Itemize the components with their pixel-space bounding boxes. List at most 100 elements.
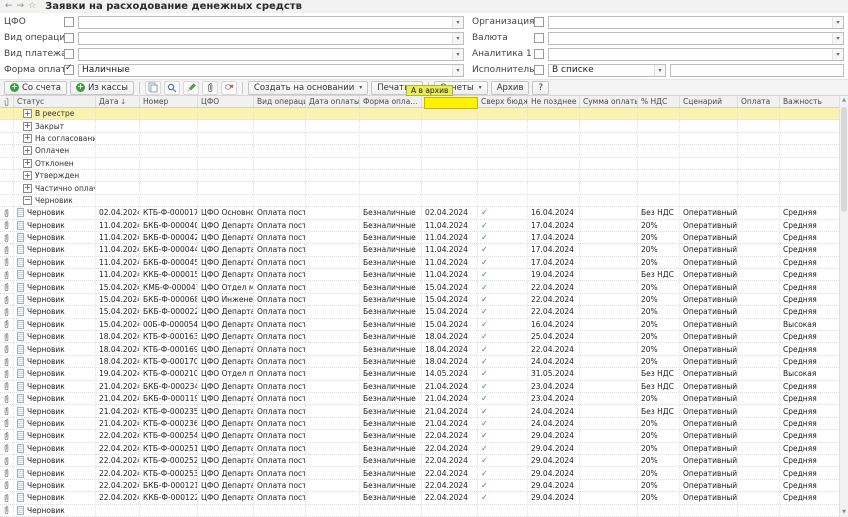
chevron-down-icon[interactable]: ▾ — [654, 65, 665, 76]
group-row[interactable]: +Утвержден — [0, 170, 839, 182]
quick-search-cell[interactable] — [424, 97, 478, 109]
table-row[interactable]: Черновик21.04.2024БКБ-Ф-000119ЦФО Департ… — [0, 393, 839, 405]
table-row[interactable]: Черновик11.04.2024БКБ-Ф-000042ЦФО Департ… — [0, 232, 839, 244]
currency-checkbox[interactable] — [534, 33, 544, 43]
expand-group-icon[interactable]: + — [23, 184, 32, 193]
column-header-importance[interactable]: Важность — [780, 96, 839, 107]
executor-input[interactable] — [670, 64, 844, 77]
group-row[interactable]: −Черновик — [0, 195, 839, 207]
table-row[interactable]: Черновик18.04.2024КТБ-Ф-000169ЦФО Департ… — [0, 343, 839, 355]
expand-group-icon[interactable]: + — [23, 146, 32, 155]
cfo-checkbox[interactable] — [64, 17, 74, 27]
table-row[interactable]: Черновик11.04.2024БКБ-Ф-000044ЦФО Департ… — [0, 244, 839, 256]
chevron-down-icon[interactable]: ▾ — [832, 17, 843, 28]
cancel-search-button[interactable] — [221, 81, 237, 95]
search-button[interactable] — [164, 81, 180, 95]
table-row[interactable]: Черновик18.04.2024КТБ-Ф-000170ЦФО Департ… — [0, 356, 839, 368]
table-row[interactable]: Черновик19.04.2024КТБ-Ф-000210ЦФО Отдел … — [0, 368, 839, 380]
table-row[interactable]: Черновик11.04.2024БКБ-Ф-000045ЦФО Департ… — [0, 257, 839, 269]
table-row[interactable]: Черновик22.04.2024ККБ-Ф-000122ЦФО Департ… — [0, 492, 839, 504]
column-header-number[interactable]: Номер — [140, 96, 198, 107]
executor-checkbox[interactable] — [534, 65, 544, 75]
group-row[interactable]: +Закрыт — [0, 120, 839, 132]
help-button[interactable]: ? — [532, 81, 549, 95]
group-row[interactable]: +В реестре — [0, 108, 839, 120]
analytics-input[interactable]: ▾ — [548, 48, 844, 61]
column-header-not-later[interactable]: Не позднее — [528, 96, 580, 107]
column-header-payment-form[interactable]: Форма опла... — [360, 96, 422, 107]
table-row[interactable]: Черновик22.04.2024БКБ-Ф-000121ЦФО Департ… — [0, 480, 839, 492]
organization-checkbox[interactable] — [534, 17, 544, 27]
chevron-down-icon[interactable]: ▾ — [452, 17, 463, 28]
table-row[interactable]: Черновик15.04.2024БКБ-Ф-000068ЦФО Инжене… — [0, 294, 839, 306]
table-row[interactable]: Черновик21.04.2024КТБ-Ф-000236ЦФО Департ… — [0, 418, 839, 430]
column-header-payment-date[interactable]: Дата оплаты — [306, 96, 360, 107]
group-row[interactable]: +Отклонен — [0, 158, 839, 170]
create-based-on-button[interactable]: Создать на основании▾ — [248, 81, 368, 95]
table-row[interactable]: Черновик15.04.202400Б-Ф-000054ЦФО Департ… — [0, 319, 839, 331]
expand-group-icon[interactable]: + — [23, 122, 32, 131]
expand-group-icon[interactable]: + — [23, 134, 32, 143]
table-row[interactable]: Черновик22.04.2024КТБ-Ф-000251ЦФО Департ… — [0, 443, 839, 455]
column-header-scenario[interactable]: Сценарий — [680, 96, 738, 107]
expand-group-icon[interactable]: + — [23, 159, 32, 168]
table-row[interactable]: Черновик22.04.2024КТБ-Ф-000254ЦФО Департ… — [0, 430, 839, 442]
edit-button[interactable] — [183, 81, 199, 95]
currency-input[interactable]: ▾ — [548, 32, 844, 45]
scroll-up-arrow[interactable]: ▲ — [840, 96, 848, 105]
expand-group-icon[interactable]: + — [23, 109, 32, 118]
archive-button[interactable]: Архив — [491, 81, 530, 95]
table-row[interactable]: Черновик02.04.2024КТБ-Ф-000017ЦФО Основн… — [0, 207, 839, 219]
table-row[interactable]: Черновик11.04.2024БКБ-Ф-000040ЦФО Департ… — [0, 220, 839, 232]
column-header-cfo[interactable]: ЦФО — [198, 96, 254, 107]
create-from-cash-button[interactable]: +Из кассы — [70, 81, 134, 95]
table-row[interactable]: Черновик18.04.2024КТБ-Ф-000163ЦФО Департ… — [0, 331, 839, 343]
table-row[interactable]: Черновик — [0, 505, 839, 517]
column-header-status[interactable]: Статус — [14, 96, 96, 107]
table-row[interactable]: Черновик21.04.2024БКБ-Ф-000234ЦФО Департ… — [0, 381, 839, 393]
scroll-down-arrow[interactable]: ▼ — [840, 508, 848, 517]
table-row[interactable]: Черновик15.04.2024КМБ-Ф-000047ЦФО Отдел … — [0, 281, 839, 293]
chevron-down-icon[interactable]: ▾ — [832, 49, 843, 60]
table-row[interactable]: Черновик15.04.2024БКБ-Ф-000022ЦФО Департ… — [0, 306, 839, 318]
payment-type-checkbox[interactable] — [64, 49, 74, 59]
payment-sum-cell — [580, 505, 638, 516]
collapse-group-icon[interactable]: − — [23, 196, 32, 205]
executor-condition-select[interactable]: В списке▾ — [548, 64, 666, 77]
group-row[interactable]: +Оплачен — [0, 145, 839, 157]
forward-button[interactable]: → — [17, 2, 25, 11]
column-header-payment-sum[interactable]: Сумма оплаты — [580, 96, 638, 107]
payment-type-input[interactable]: ▾ — [78, 48, 464, 61]
column-header-vat[interactable]: % НДС — [638, 96, 680, 107]
chevron-down-icon[interactable]: ▾ — [832, 33, 843, 44]
payment-form-checkbox[interactable] — [64, 65, 74, 75]
column-header-date[interactable]: Дата↓ — [96, 96, 140, 107]
analytics-checkbox[interactable] — [534, 49, 544, 59]
group-row[interactable]: +На согласовании — [0, 133, 839, 145]
operation-type-checkbox[interactable] — [64, 33, 74, 43]
payment-form-input[interactable]: Наличные▾ — [78, 64, 464, 77]
attachments-button[interactable] — [202, 81, 218, 95]
copy-button[interactable] — [145, 81, 161, 95]
scrollbar-thumb[interactable] — [841, 107, 847, 212]
chevron-down-icon[interactable]: ▾ — [452, 33, 463, 44]
column-header-operation-type[interactable]: Вид операции — [254, 96, 306, 107]
organization-input[interactable]: ▾ — [548, 16, 844, 29]
column-header-over-budget[interactable]: Сверх бюджета — [478, 96, 528, 107]
create-from-account-button[interactable]: +Со счета — [4, 81, 67, 95]
chevron-down-icon[interactable]: ▾ — [452, 65, 463, 76]
chevron-down-icon[interactable]: ▾ — [452, 49, 463, 60]
table-row[interactable]: Черновик22.04.2024КТБ-Ф-000252ЦФО Департ… — [0, 455, 839, 467]
cfo-input[interactable]: ▾ — [78, 16, 464, 29]
vertical-scrollbar[interactable]: ▲ ▼ — [839, 96, 848, 517]
column-header-payment[interactable]: Оплата — [738, 96, 780, 107]
column-header-attachment[interactable] — [0, 96, 14, 107]
operation-type-input[interactable]: ▾ — [78, 32, 464, 45]
expand-group-icon[interactable]: + — [23, 171, 32, 180]
group-row[interactable]: +Частично оплачен — [0, 182, 839, 194]
table-row[interactable]: Черновик22.04.2024КТБ-Ф-000253ЦФО Департ… — [0, 467, 839, 479]
back-button[interactable]: ← — [5, 2, 13, 11]
favorite-star-icon[interactable]: ☆ — [28, 2, 36, 11]
table-row[interactable]: Черновик11.04.2024ККБ-Ф-000015ЦФО Департ… — [0, 269, 839, 281]
table-row[interactable]: Черновик21.04.2024КТБ-Ф-000235ЦФО Департ… — [0, 405, 839, 417]
